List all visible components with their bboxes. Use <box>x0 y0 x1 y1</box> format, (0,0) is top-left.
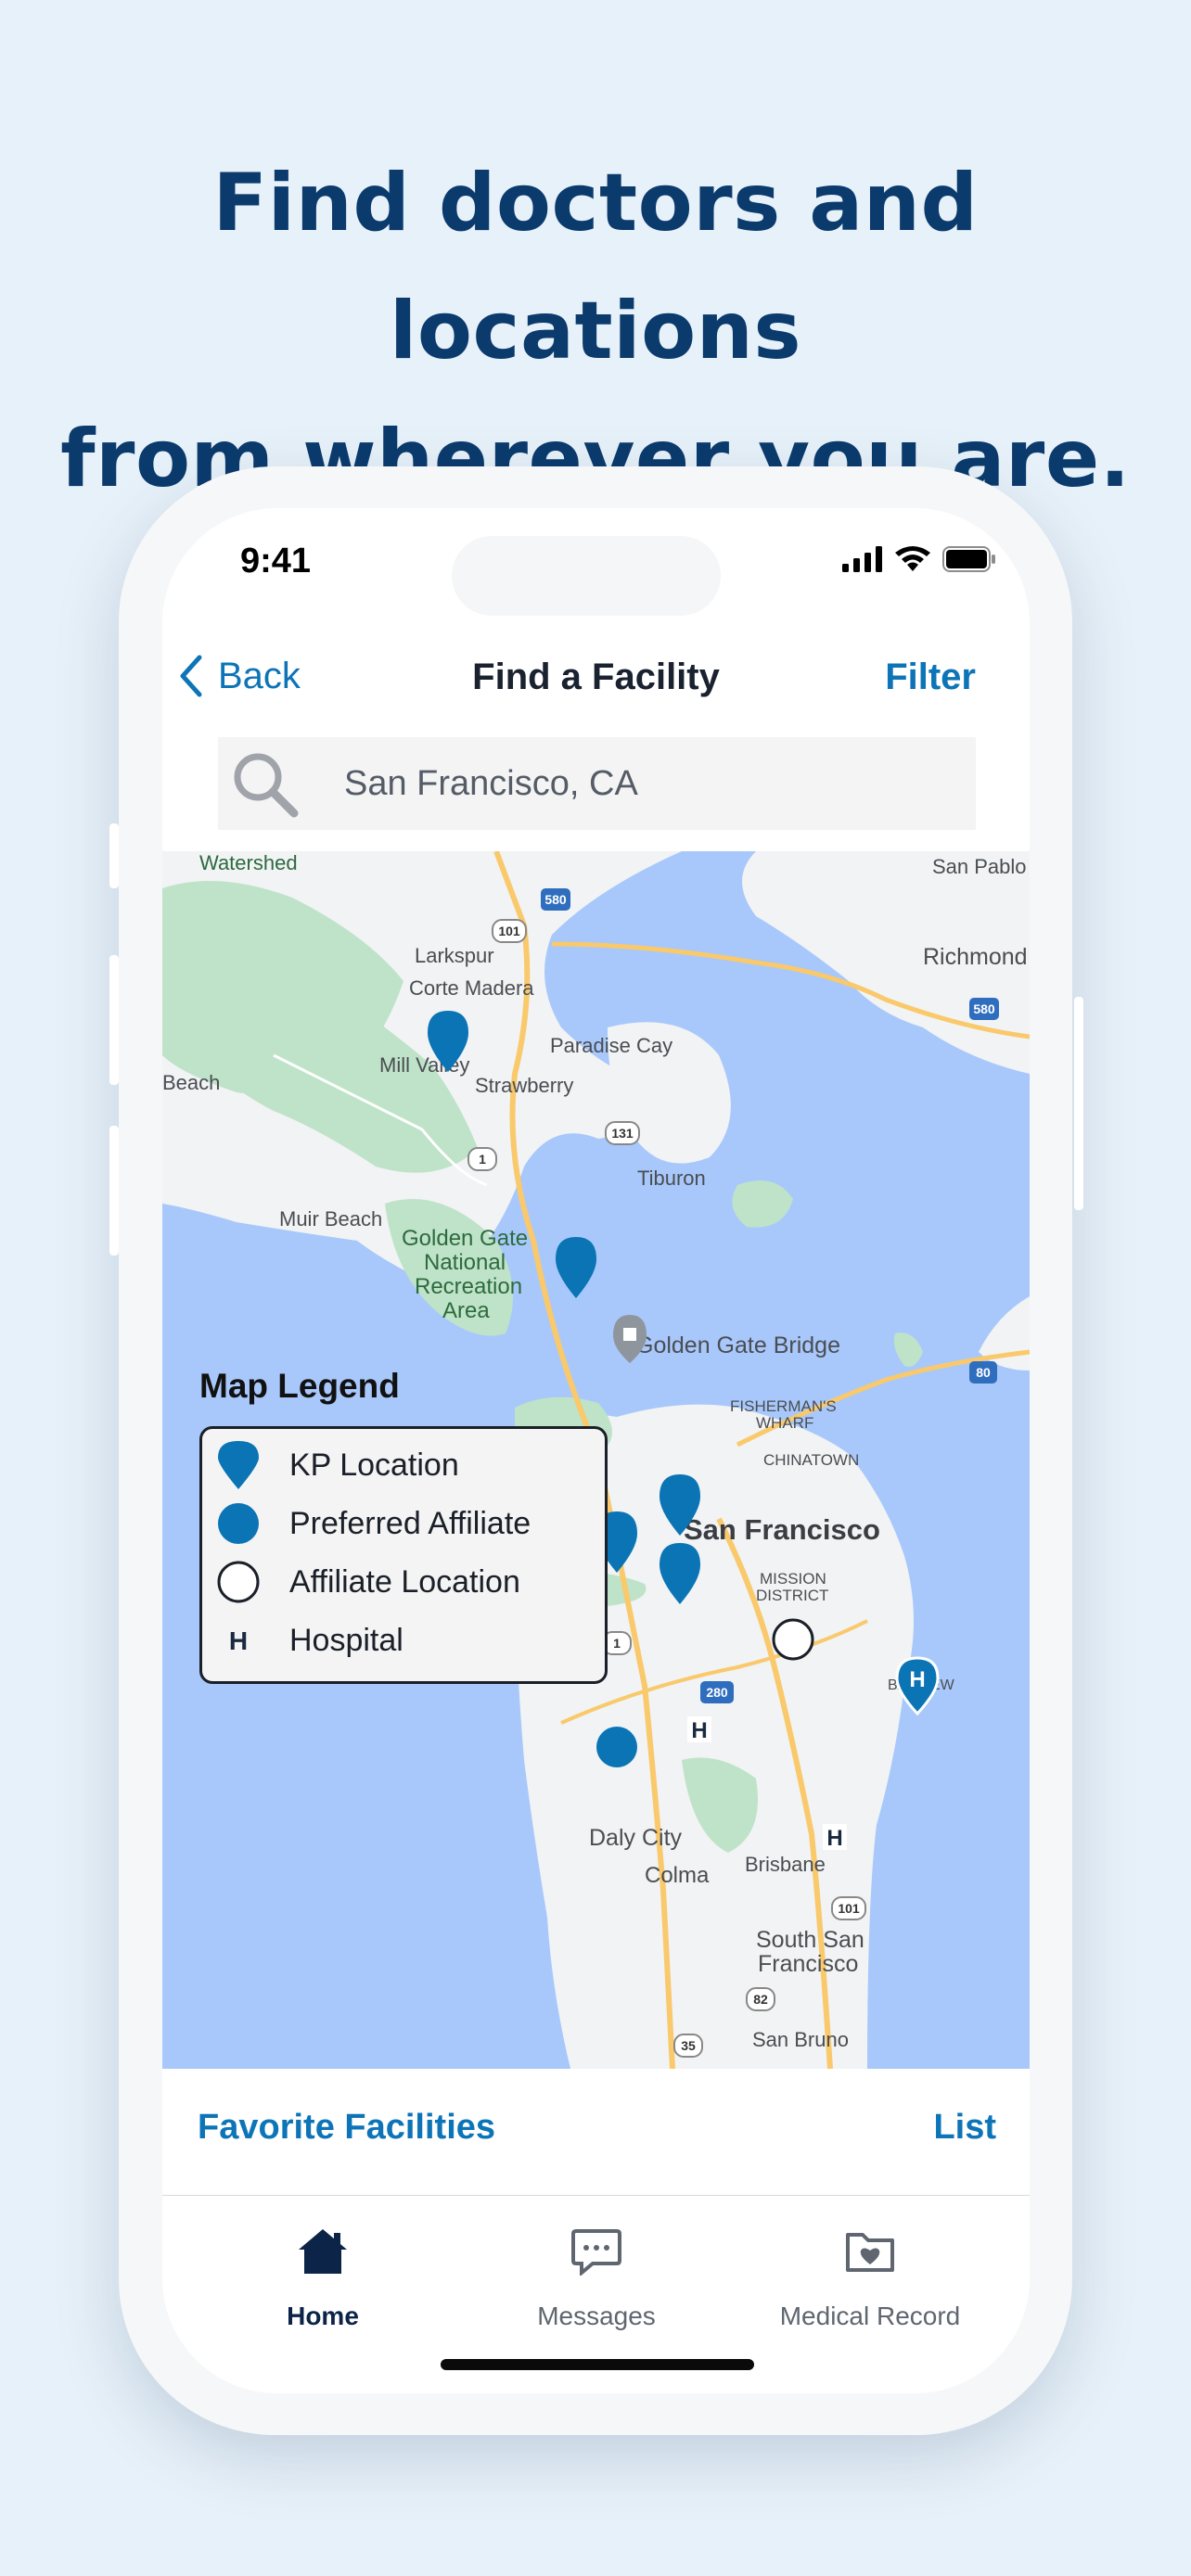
app-screen: 9:41 Back Find a Facility Filter San Fra… <box>162 508 1030 2393</box>
map-label-mission-1: MISSION <box>760 1570 826 1588</box>
map-label-san-bruno: San Bruno <box>752 2028 849 2051</box>
headline-line-1: Find doctors and locations <box>212 157 979 377</box>
map-label-south-sf-2: Francisco <box>758 1951 858 1977</box>
search-input[interactable] <box>342 762 903 805</box>
map-label-strawberry: Strawberry <box>475 1074 573 1097</box>
tab-messages[interactable]: Messages <box>457 2224 736 2331</box>
svg-text:101: 101 <box>498 924 520 938</box>
map-label-colma: Colma <box>645 1863 710 1888</box>
svg-text:580: 580 <box>973 1001 995 1016</box>
map-label-watershed: Watershed <box>199 851 298 874</box>
svg-text:H: H <box>691 1718 707 1743</box>
silent-switch <box>109 823 119 888</box>
chat-bubble-icon <box>571 2229 621 2276</box>
search-bar[interactable] <box>218 737 976 830</box>
map-label-corte-madera: Corte Madera <box>409 976 534 1000</box>
map-label-mission-2: DISTRICT <box>756 1587 828 1604</box>
map-label-ggnra-4: Area <box>442 1298 490 1323</box>
battery-icon <box>942 546 995 572</box>
facility-actions-bar: Favorite Facilities List <box>162 2069 1030 2197</box>
map-legend-title: Map Legend <box>199 1367 400 1405</box>
list-view-button[interactable]: List <box>933 2108 996 2148</box>
map-label-paradise-cay: Paradise Cay <box>550 1034 672 1057</box>
legend-item-kp-location: KP Location <box>215 1438 459 1492</box>
highway-shield-82: 82 <box>746 1987 775 2011</box>
svg-text:1: 1 <box>613 1636 621 1651</box>
map-label-ggnra-2: National <box>424 1250 506 1275</box>
map-label-brisbane: Brisbane <box>745 1853 826 1876</box>
dynamic-island <box>452 536 721 616</box>
svg-text:131: 131 <box>611 1126 634 1141</box>
svg-text:H: H <box>229 1626 248 1655</box>
tab-messages-label: Messages <box>537 2302 656 2330</box>
filled-circle-icon <box>218 1503 259 1544</box>
tab-home-label: Home <box>287 2302 359 2330</box>
svg-text:H: H <box>826 1826 842 1851</box>
hospital-marker[interactable]: H <box>687 1716 711 1743</box>
highway-shield-280: 280 <box>700 1681 734 1703</box>
hospital-h-icon: H <box>229 1626 248 1655</box>
svg-text:H: H <box>909 1667 925 1692</box>
map-label-tiburon: Tiburon <box>637 1167 706 1190</box>
tab-medical-record[interactable]: Medical Record <box>731 2224 1009 2331</box>
highway-shield-1-marin: 1 <box>467 1147 497 1171</box>
svg-text:1: 1 <box>479 1152 486 1167</box>
legend-item-preferred-affiliate: Preferred Affiliate <box>215 1497 531 1550</box>
search-icon <box>234 753 299 818</box>
svg-text:80: 80 <box>976 1365 991 1380</box>
highway-shield-580-north: 580 <box>541 888 570 911</box>
headline: Find doctors and locations from wherever… <box>0 139 1191 523</box>
tab-medical-record-label: Medical Record <box>779 2302 961 2330</box>
home-indicator <box>441 2359 754 2370</box>
tab-home[interactable]: Home <box>184 2224 462 2331</box>
navigation-bar: Back Find a Facility Filter <box>162 629 1030 721</box>
map-label-chinatown: CHINATOWN <box>763 1451 859 1469</box>
status-bar: 9:41 <box>162 508 1030 616</box>
highway-shield-35: 35 <box>673 2034 703 2058</box>
favorite-facilities-link[interactable]: Favorite Facilities <box>198 2108 495 2148</box>
highway-shield-80: 80 <box>969 1361 997 1384</box>
map-label-muir-beach: Muir Beach <box>279 1207 382 1231</box>
filter-button[interactable]: Filter <box>885 657 976 698</box>
status-icons <box>842 545 996 573</box>
hospital-marker[interactable]: H <box>823 1824 847 1851</box>
svg-text:35: 35 <box>681 2038 696 2053</box>
affiliate-location-marker[interactable] <box>772 1618 814 1661</box>
highway-shield-101-south: 101 <box>831 1896 866 1920</box>
map-label-south-sf-1: South San <box>756 1927 864 1953</box>
svg-text:101: 101 <box>838 1901 860 1916</box>
map-label-ggnra-3: Recreation <box>415 1274 522 1299</box>
wifi-icon <box>895 546 930 571</box>
map-label-san-pablo: San Pablo <box>932 855 1027 878</box>
highway-shield-580-east: 580 <box>969 998 999 1020</box>
svg-text:82: 82 <box>753 1992 768 2007</box>
hollow-circle-icon <box>217 1561 260 1603</box>
map-legend: KP Location Preferred Affiliate Affiliat… <box>199 1426 608 1684</box>
map-label-richmond: Richmond <box>923 944 1028 970</box>
cellular-signal-icon <box>842 546 882 572</box>
preferred-affiliate-marker[interactable] <box>596 1727 637 1767</box>
volume-up-button <box>109 955 119 1085</box>
highway-shield-131: 131 <box>605 1121 640 1145</box>
map-label-daly-city: Daly City <box>589 1825 683 1851</box>
power-button <box>1074 997 1083 1210</box>
kp-pin-icon <box>218 1441 259 1489</box>
folder-heart-icon <box>846 2233 894 2272</box>
highway-shield-101-north: 101 <box>492 919 527 943</box>
map-label-san-francisco: San Francisco <box>684 1513 880 1546</box>
map-label-fishermans-wharf-1: FISHERMAN'S <box>730 1397 837 1415</box>
svg-text:280: 280 <box>706 1685 728 1700</box>
volume-down-button <box>109 1126 119 1256</box>
map-label-golden-gate-bridge: Golden Gate Bridge <box>635 1333 840 1358</box>
svg-text:580: 580 <box>544 892 567 907</box>
legend-item-hospital: H Hospital <box>215 1613 403 1667</box>
status-time: 9:41 <box>240 542 312 580</box>
house-icon <box>299 2229 347 2274</box>
map-label-larkspur: Larkspur <box>415 944 494 967</box>
map-label-fishermans-wharf-2: WHARF <box>756 1414 813 1432</box>
map-label-beach: Beach <box>162 1071 220 1094</box>
map-label-ggnra-1: Golden Gate <box>402 1226 528 1251</box>
legend-item-affiliate-location: Affiliate Location <box>215 1555 520 1609</box>
